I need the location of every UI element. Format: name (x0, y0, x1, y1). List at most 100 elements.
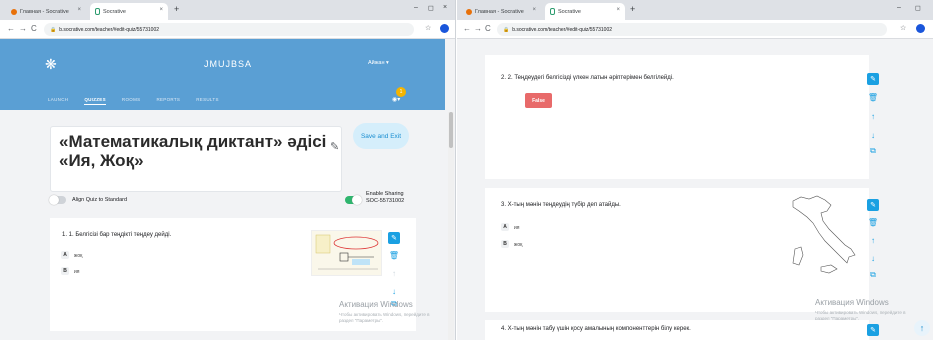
align-quiz-toggle[interactable] (49, 195, 66, 205)
copy-icon[interactable]: ⧉ (870, 269, 876, 281)
tab-label: Главная - Socrative (475, 8, 524, 15)
italy-map-icon (792, 195, 856, 274)
tab-label: Socrative (558, 8, 581, 15)
account-dropdown-icon[interactable]: ◉▾ (392, 96, 400, 103)
question-toolbar: ✎ 🗑 ↑ ↓ ⧉ (867, 73, 879, 157)
main-nav-tabs: LAUNCH QUIZZES ROOMS REPORTS RESULTS (48, 97, 219, 105)
question-text: 4. Х-тың мәнін табу үшін қосу амалының к… (501, 326, 691, 332)
windows-activation-note: Чтобы активировать Windows, перейдите в … (339, 312, 430, 324)
address-bar: ← → C 🔒 b.socrative.com/teacher/#edit-qu… (457, 20, 933, 39)
trash-icon[interactable]: 🗑 (389, 250, 399, 262)
quiz-title-line: «Ия, Жоқ» (59, 151, 144, 170)
question-text: 2. 2. Теңдеудегі белгісізді үлкен латын … (501, 75, 674, 81)
minimize-icon[interactable]: – (897, 4, 901, 11)
url-field[interactable]: 🔒 b.socrative.com/teacher/#edit-quiz/557… (497, 23, 887, 36)
page-favicon-icon (95, 8, 100, 15)
question-card (485, 55, 869, 179)
copy-icon[interactable]: ⧉ (870, 145, 876, 157)
bookmark-star-icon[interactable]: ☆ (900, 24, 906, 32)
move-up-icon[interactable]: ↑ (871, 111, 875, 123)
pencil-icon[interactable]: ✎ (330, 140, 339, 153)
edit-question-icon[interactable]: ✎ (867, 324, 879, 336)
move-up-icon[interactable]: ↑ (871, 235, 875, 247)
address-bar: ← → C 🔒 b.socrative.com/teacher/#edit-qu… (0, 20, 455, 39)
windows-activation-title: Активация Windows (815, 298, 889, 307)
maximize-icon[interactable]: ◻ (915, 4, 921, 12)
tab-reports[interactable]: REPORTS (156, 97, 180, 105)
equation-diagram-icon (315, 234, 379, 270)
windows-activation-title: Активация Windows (339, 300, 413, 309)
edit-question-icon[interactable]: ✎ (388, 232, 400, 244)
back-arrow-icon[interactable]: ← (463, 24, 471, 33)
activation-line: раздел "Параметры". (339, 318, 384, 323)
url-text: b.socrative.com/teacher/#edit-quiz/55731… (59, 26, 160, 33)
sharing-info: Enable Sharing SOC-55731002 (366, 191, 404, 205)
scrollbar[interactable] (448, 112, 454, 340)
tab-label: Главная - Socrative (20, 8, 69, 15)
edit-question-icon[interactable]: ✎ (867, 199, 879, 211)
page-favicon-icon (550, 8, 555, 15)
close-icon[interactable]: × (77, 7, 81, 13)
move-up-icon[interactable]: ↑ (392, 268, 396, 280)
close-window-icon[interactable]: × (443, 4, 447, 11)
forward-arrow-icon[interactable]: → (19, 24, 27, 33)
answer-false-badge: False (525, 93, 552, 108)
forward-arrow-icon[interactable]: → (474, 24, 482, 33)
url-field[interactable]: 🔒 b.socrative.com/teacher/#edit-quiz/557… (44, 23, 414, 36)
reload-icon[interactable]: C (31, 24, 37, 33)
socrative-logo-icon[interactable]: ❋ (45, 56, 57, 73)
trash-icon[interactable]: 🗑 (868, 217, 878, 229)
quiz-title-field[interactable]: «Математикалық диктант» әдісі «Ия, Жоқ» (50, 126, 342, 192)
question-text: 1. 1. Белгісізі бар теңдікті теңдеу дейд… (62, 232, 172, 238)
close-icon[interactable]: × (616, 7, 620, 13)
edit-question-icon[interactable]: ✎ (867, 73, 879, 85)
browser-tab[interactable]: Главная - Socrative × (6, 3, 86, 20)
browser-window-right: Главная - Socrative × Socrative × + – ◻ … (457, 0, 933, 340)
maximize-icon[interactable]: ◻ (428, 4, 434, 12)
question-image (311, 230, 382, 276)
lock-icon: 🔒 (50, 26, 57, 33)
browser-tab[interactable]: Главная - Socrative × (461, 3, 541, 20)
close-icon[interactable]: × (159, 7, 163, 13)
tab-launch[interactable]: LAUNCH (48, 97, 68, 105)
profile-avatar-icon[interactable] (440, 24, 449, 33)
lock-icon: 🔒 (503, 26, 510, 33)
bookmark-star-icon[interactable]: ☆ (425, 24, 431, 32)
question-text: 3. Х-тың мәнін теңдеудің түбір деп атайд… (501, 202, 621, 208)
browser-tab-active[interactable]: Socrative × (545, 3, 625, 20)
browser-tab-active[interactable]: Socrative × (90, 3, 168, 20)
tab-quizzes[interactable]: QUIZZES (84, 97, 106, 105)
option-text: ия (74, 269, 80, 275)
enable-sharing-toggle[interactable] (345, 195, 362, 205)
app-header: ❋ JMUJBSA Айжан ▾ LAUNCH QUIZZES ROOMS R… (0, 39, 445, 110)
option-text: жоқ (514, 242, 523, 248)
scrollbar-thumb[interactable] (449, 112, 453, 148)
enable-sharing-label: Enable Sharing (366, 191, 404, 197)
tab-rooms[interactable]: ROOMS (122, 97, 141, 105)
minimize-icon[interactable]: – (414, 4, 418, 11)
trash-icon[interactable]: 🗑 (868, 92, 878, 104)
reload-icon[interactable]: C (485, 24, 491, 33)
tab-label: Socrative (103, 8, 126, 15)
scroll-to-top-button[interactable]: ↑ (914, 320, 930, 336)
room-name: JMUJBSA (204, 59, 253, 69)
tab-results[interactable]: RESULTS (196, 97, 219, 105)
option-text: жоқ (74, 253, 83, 259)
back-arrow-icon[interactable]: ← (7, 24, 15, 33)
save-and-exit-button[interactable]: Save and Exit (353, 123, 409, 149)
new-tab-icon[interactable]: + (630, 4, 635, 14)
user-menu[interactable]: Айжан ▾ (368, 60, 389, 66)
new-tab-icon[interactable]: + (174, 4, 179, 14)
url-text: b.socrative.com/teacher/#edit-quiz/55731… (512, 26, 613, 33)
profile-avatar-icon[interactable] (916, 24, 925, 33)
option-letter: B (61, 267, 69, 275)
quiz-title-line: «Математикалық диктант» әдісі (59, 132, 327, 151)
close-icon[interactable]: × (532, 7, 536, 13)
option-text: ия (514, 225, 520, 231)
move-down-icon[interactable]: ↓ (871, 130, 875, 142)
option-letter: B (501, 240, 509, 248)
move-down-icon[interactable]: ↓ (392, 286, 396, 298)
move-down-icon[interactable]: ↓ (871, 253, 875, 265)
tab-bar: Главная - Socrative × Socrative × + – ◻ … (0, 0, 455, 20)
option-letter: A (61, 251, 69, 259)
